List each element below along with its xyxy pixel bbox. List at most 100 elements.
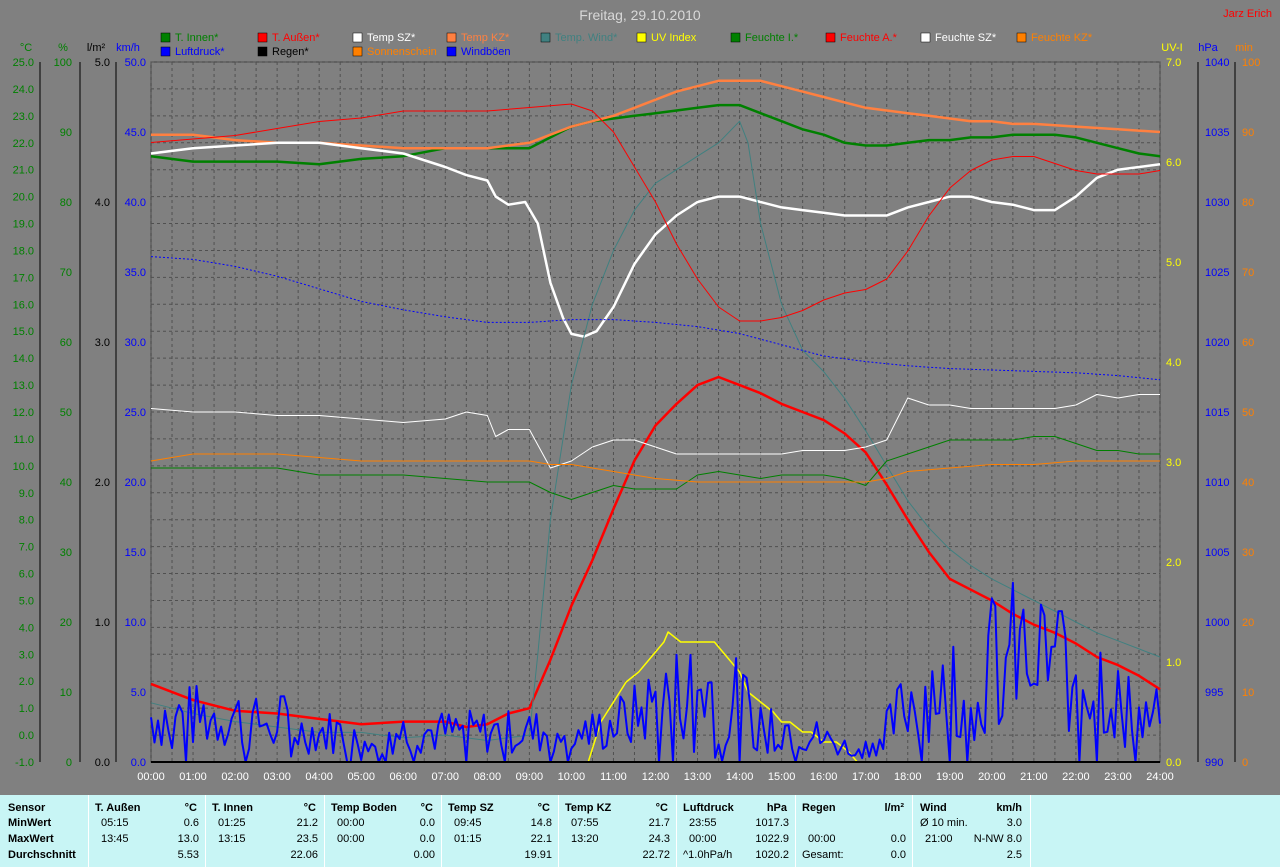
x-tick-label: 22:00 [1062, 771, 1090, 783]
pressure-tick-label: 1010 [1205, 477, 1229, 489]
wind-tick-label: 10.0 [125, 617, 146, 629]
wind-header: Wind [920, 802, 947, 814]
pressure-tick-label: 1025 [1205, 267, 1229, 279]
max-label: MaxWert [8, 833, 54, 845]
regen-total-label: Gesamt: [802, 849, 844, 861]
luftdruck-min-value: 1017.3 [755, 817, 789, 829]
temp-tick-label: 18.0 [13, 245, 34, 257]
t-boden-column: Temp Boden °C 00:00 0.0 00:00 0.0 0.00 [325, 795, 441, 867]
legend-swatch [257, 46, 268, 57]
temp-tick-label: 0.0 [19, 730, 34, 742]
sunshine-tick-label: 20 [1242, 617, 1254, 629]
legend-label: Feuchte A.* [840, 32, 898, 44]
legend-label: Regen* [272, 46, 309, 58]
t-sz-max-value: 22.1 [530, 833, 552, 845]
t-innen-min-value: 21.2 [296, 817, 318, 829]
x-tick-label: 06:00 [389, 771, 417, 783]
humidity-tick-label: 20 [60, 617, 72, 629]
legend-swatch [540, 32, 551, 43]
rain-tick-label: 3.0 [95, 337, 110, 349]
rain-tick-label: 2.0 [95, 477, 110, 489]
legend-label: Temp SZ* [367, 32, 416, 44]
x-tick-label: 07:00 [432, 771, 460, 783]
sunshine-tick-label: 40 [1242, 477, 1254, 489]
legend-label: Feuchte I.* [745, 32, 799, 44]
t-sz-min-time: 09:45 [454, 817, 482, 829]
pressure-tick-label: 1020 [1205, 337, 1229, 349]
pressure-tick-label: 995 [1205, 687, 1223, 699]
sunshine-tick-label: 70 [1242, 267, 1254, 279]
legend-label: UV Index [651, 32, 697, 44]
legend-swatch [257, 32, 268, 43]
sunshine-tick-label: 50 [1242, 407, 1254, 419]
humidity-tick-label: 100 [54, 57, 72, 69]
t-kz-min-time: 07:55 [571, 817, 599, 829]
rain-tick-label: 4.0 [95, 197, 110, 209]
legend-label: T. Außen* [272, 32, 320, 44]
pressure-tick-label: 1015 [1205, 407, 1229, 419]
uv-tick-label: 0.0 [1166, 757, 1181, 769]
t-aussen-max-time: 13:45 [101, 833, 129, 845]
x-tick-label: 03:00 [263, 771, 291, 783]
temp-tick-label: 2.0 [19, 676, 34, 688]
legend-swatch [636, 32, 647, 43]
t-innen-max-time: 13:15 [218, 833, 246, 845]
luftdruck-unit: hPa [766, 802, 787, 814]
sunshine-tick-label: 60 [1242, 337, 1254, 349]
wind-max-time: 21:00 [925, 833, 953, 845]
t-innen-max-value: 23.5 [296, 833, 318, 845]
legend-swatch [160, 46, 171, 57]
x-tick-label: 21:00 [1020, 771, 1048, 783]
wind-axis-unit: km/h [116, 42, 140, 54]
regen-max-time: 00:00 [808, 833, 836, 845]
temp-tick-label: 10.0 [13, 461, 34, 473]
legend-swatch [730, 32, 741, 43]
sunshine-tick-label: 90 [1242, 127, 1254, 139]
t-boden-max-time: 00:00 [337, 833, 365, 845]
wind-tick-label: 50.0 [125, 57, 146, 69]
t-boden-avg: 0.00 [413, 849, 435, 861]
rain-tick-label: 5.0 [95, 57, 110, 69]
t-kz-min-value: 21.7 [648, 817, 670, 829]
statistics-table: Sensor MinWert MaxWert Durchschnitt T. A… [0, 795, 1280, 867]
t-sz-unit: °C [537, 802, 550, 814]
x-tick-label: 20:00 [978, 771, 1006, 783]
x-tick-label: 02:00 [221, 771, 249, 783]
x-tick-label: 16:00 [810, 771, 838, 783]
t-boden-max-value: 0.0 [419, 833, 435, 845]
rain-axis-unit: l/m² [87, 42, 106, 54]
x-tick-label: 04:00 [305, 771, 333, 783]
legend-swatch [446, 46, 457, 57]
uv-tick-label: 3.0 [1166, 457, 1181, 469]
wind-tick-label: 35.0 [125, 267, 146, 279]
temp-tick-label: 17.0 [13, 272, 34, 284]
t-innen-unit: °C [303, 802, 316, 814]
regen-total: 0.0 [890, 849, 906, 861]
uv-axis-unit: UV-I [1161, 42, 1182, 54]
temp-tick-label: 25.0 [13, 57, 34, 69]
author-label: Jarz Erich [1223, 8, 1272, 20]
avg-label: Durchschnitt [8, 849, 76, 861]
wind-column: Wind km/h Ø 10 min. 3.0 21:00 N-NW 8.0 2… [913, 795, 1030, 867]
t-kz-max-value: 24.3 [648, 833, 670, 845]
wind-tick-label: 40.0 [125, 197, 146, 209]
sunshine-tick-label: 30 [1242, 547, 1254, 559]
t-sz-avg: 19.91 [524, 849, 552, 861]
legend-label: Windböen [461, 46, 511, 58]
x-tick-label: 08:00 [474, 771, 502, 783]
wind-unit: km/h [996, 802, 1022, 814]
temp-tick-label: 12.0 [13, 407, 34, 419]
legend-label: Feuchte KZ* [1031, 32, 1093, 44]
temp-tick-label: 13.0 [13, 380, 34, 392]
temp-tick-label: 4.0 [19, 622, 34, 634]
uv-tick-label: 6.0 [1166, 157, 1181, 169]
temp-tick-label: 15.0 [13, 326, 34, 338]
temp-axis-unit: °C [20, 42, 32, 54]
wind-tick-label: 30.0 [125, 337, 146, 349]
legend-swatch [446, 32, 457, 43]
temp-tick-label: 5.0 [19, 595, 34, 607]
x-tick-label: 05:00 [347, 771, 375, 783]
humidity-tick-label: 70 [60, 267, 72, 279]
temp-tick-label: 16.0 [13, 299, 34, 311]
x-tick-label: 01:00 [179, 771, 207, 783]
